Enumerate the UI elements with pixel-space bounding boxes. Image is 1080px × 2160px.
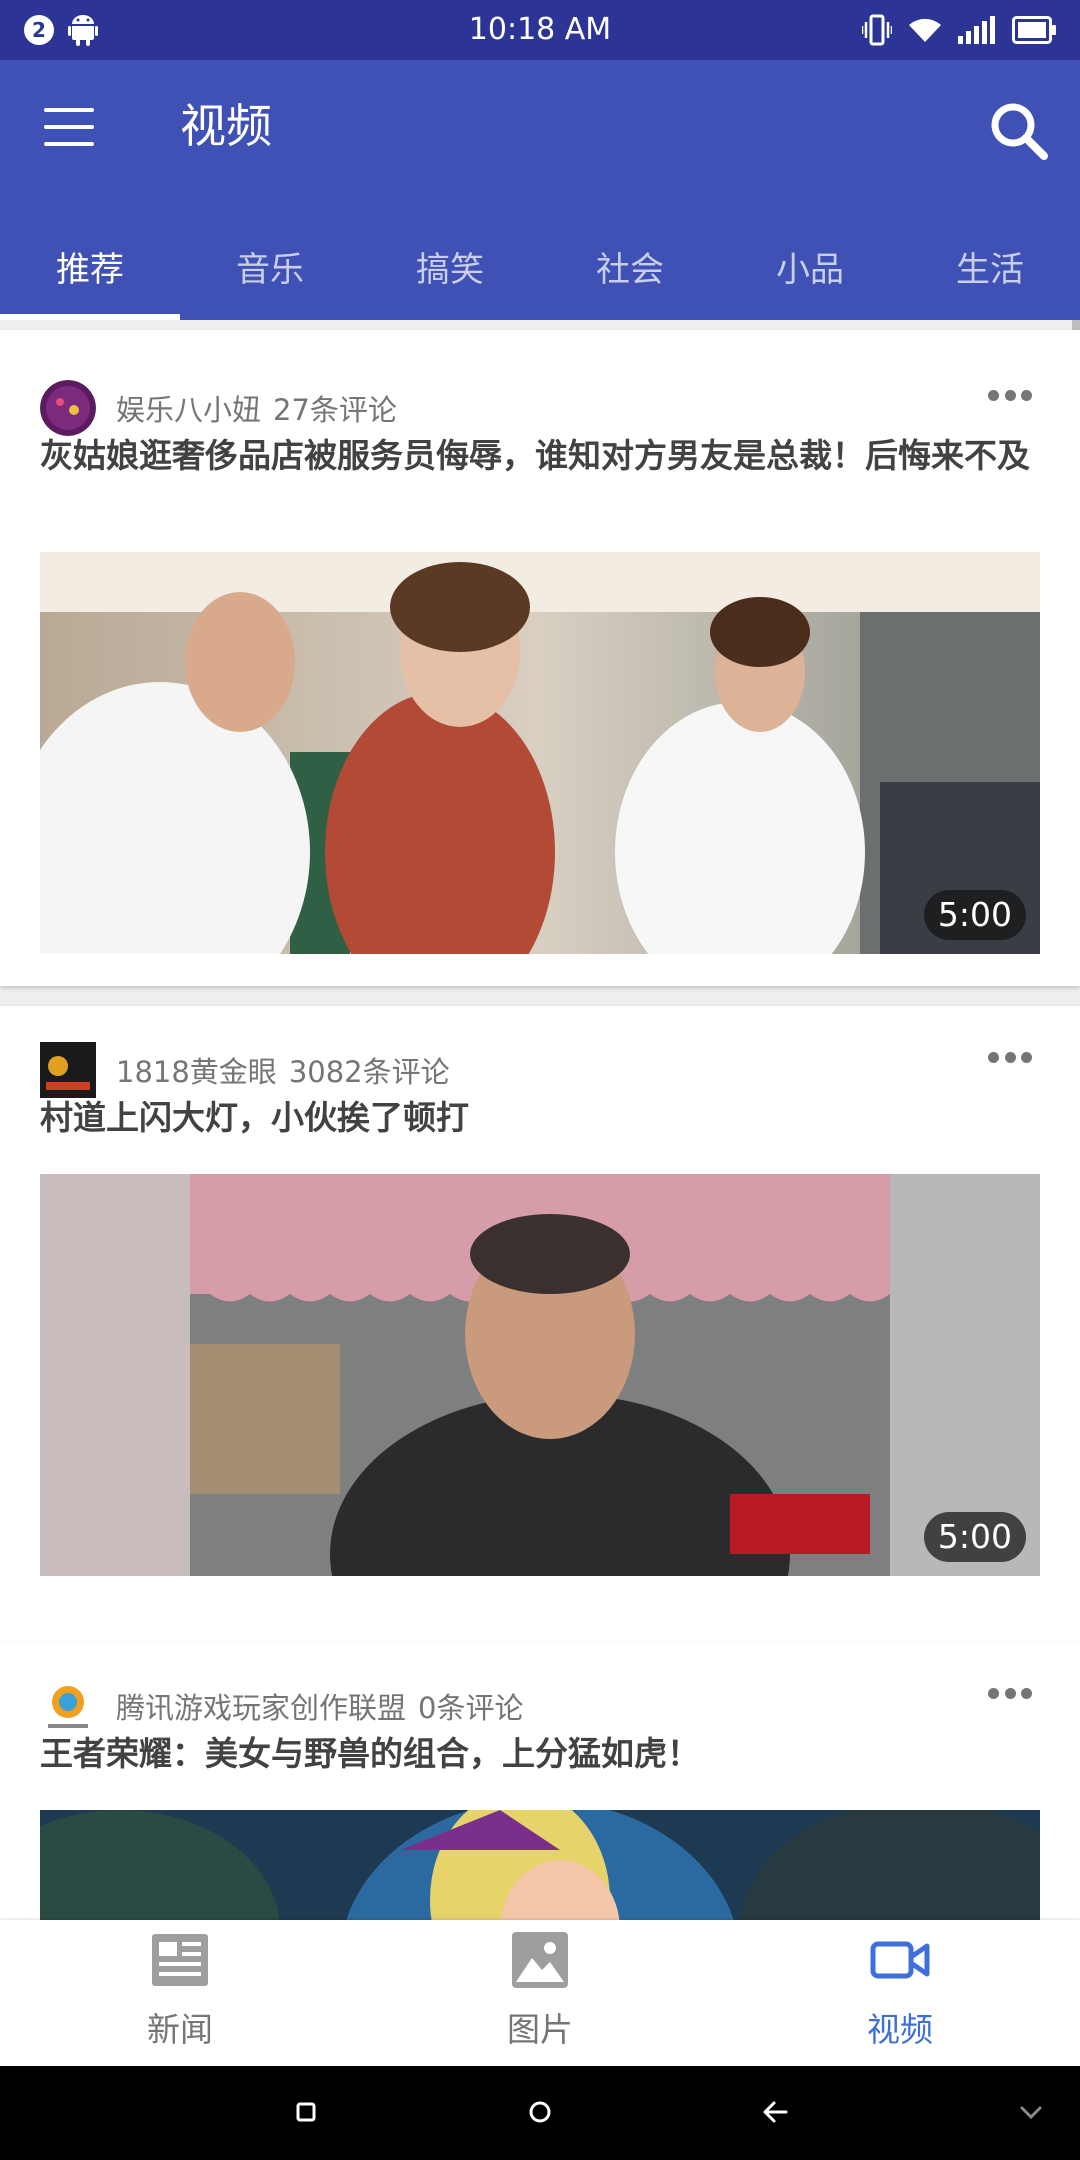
video-title[interactable]: 王者荣耀：美女与野兽的组合，上分猛如虎！ bbox=[40, 1732, 1040, 1776]
video-title[interactable]: 灰姑娘逛奢侈品店被服务员侮辱，谁知对方男友是总裁！后悔来不及 bbox=[40, 434, 1040, 478]
home-icon[interactable] bbox=[528, 2100, 552, 2124]
video-thumbnail[interactable]: 5:00 bbox=[40, 552, 1040, 954]
video-title[interactable]: 村道上闪大灯，小伙挨了顿打 bbox=[40, 1096, 1040, 1140]
comment-count: 0条评论 bbox=[418, 1691, 524, 1725]
card-header: 1818黄金眼 3082条评论 bbox=[40, 1042, 450, 1098]
newspaper-icon bbox=[152, 1934, 208, 1986]
card-meta: 1818黄金眼 3082条评论 bbox=[116, 1049, 450, 1091]
system-navigation-bar bbox=[0, 2066, 1080, 2160]
battery-icon bbox=[1012, 16, 1056, 44]
signal-icon bbox=[958, 16, 995, 44]
video-card[interactable]: 1818黄金眼 3082条评论 村道上闪大灯，小伙挨了顿打 5:00 bbox=[0, 1006, 1080, 1642]
tab-life[interactable]: 生活 bbox=[900, 240, 1080, 320]
source-name[interactable]: 1818黄金眼 bbox=[116, 1055, 277, 1089]
video-feed[interactable]: 娱乐八小妞 27条评论 灰姑娘逛奢侈品店被服务员侮辱，谁知对方男友是总裁！后悔来不… bbox=[0, 320, 1080, 1920]
category-tabs: 推荐 音乐 搞笑 社会 小品 生活 bbox=[0, 240, 1080, 320]
nav-item-images[interactable]: 图片 bbox=[360, 1920, 720, 2066]
page-title: 视频 bbox=[180, 99, 272, 153]
card-header: 腾讯游戏玩家创作联盟 0条评论 bbox=[40, 1678, 523, 1734]
comment-count: 27条评论 bbox=[273, 393, 397, 427]
back-icon[interactable] bbox=[762, 2100, 788, 2124]
image-icon bbox=[512, 1932, 568, 1988]
avatar[interactable] bbox=[40, 380, 96, 436]
tab-recommend[interactable]: 推荐 bbox=[0, 240, 180, 320]
card-meta: 腾讯游戏玩家创作联盟 0条评论 bbox=[116, 1685, 523, 1727]
vibrate-icon bbox=[862, 14, 892, 46]
video-card[interactable]: 腾讯游戏玩家创作联盟 0条评论 王者荣耀：美女与野兽的组合，上分猛如虎！ bbox=[0, 1642, 1080, 1920]
more-options-icon[interactable] bbox=[988, 1052, 1032, 1066]
menu-button[interactable] bbox=[44, 108, 94, 148]
tab-society[interactable]: 社会 bbox=[540, 240, 720, 320]
source-name[interactable]: 娱乐八小妞 bbox=[116, 393, 261, 427]
status-right bbox=[862, 12, 1056, 48]
video-card[interactable]: 娱乐八小妞 27条评论 灰姑娘逛奢侈品店被服务员侮辱，谁知对方男友是总裁！后悔来不… bbox=[0, 330, 1080, 986]
status-bar: 2 10:18 AM bbox=[0, 0, 1080, 60]
recents-icon[interactable] bbox=[296, 2102, 316, 2122]
tab-sketch[interactable]: 小品 bbox=[720, 240, 900, 320]
nav-item-videos[interactable]: 视频 bbox=[720, 1920, 1080, 2066]
avatar[interactable] bbox=[40, 1042, 96, 1098]
chevron-down-icon[interactable] bbox=[1020, 2106, 1042, 2120]
video-duration: 5:00 bbox=[923, 890, 1026, 940]
nav-label: 视频 bbox=[867, 2010, 933, 2049]
videocam-icon bbox=[870, 1941, 930, 1979]
nav-item-news[interactable]: 新闻 bbox=[0, 1920, 360, 2066]
avatar[interactable] bbox=[40, 1678, 96, 1734]
search-icon[interactable] bbox=[988, 100, 1050, 162]
tab-music[interactable]: 音乐 bbox=[180, 240, 360, 320]
nav-label: 图片 bbox=[507, 2010, 573, 2049]
tab-funny[interactable]: 搞笑 bbox=[360, 240, 540, 320]
video-thumbnail[interactable] bbox=[40, 1810, 1040, 1920]
more-options-icon[interactable] bbox=[988, 1688, 1032, 1702]
app-bar: 视频 推荐 音乐 搞笑 社会 小品 生活 bbox=[0, 60, 1080, 320]
video-duration: 5:00 bbox=[923, 1512, 1026, 1562]
wifi-icon bbox=[909, 18, 941, 42]
card-header: 娱乐八小妞 27条评论 bbox=[40, 380, 397, 436]
video-thumbnail[interactable]: 5:00 bbox=[40, 1174, 1040, 1576]
nav-label: 新闻 bbox=[147, 2010, 213, 2049]
card-meta: 娱乐八小妞 27条评论 bbox=[116, 387, 397, 429]
more-options-icon[interactable] bbox=[988, 390, 1032, 404]
bottom-navigation: 新闻 图片 视频 bbox=[0, 1920, 1080, 2066]
comment-count: 3082条评论 bbox=[288, 1055, 450, 1089]
source-name[interactable]: 腾讯游戏玩家创作联盟 bbox=[116, 1691, 406, 1725]
